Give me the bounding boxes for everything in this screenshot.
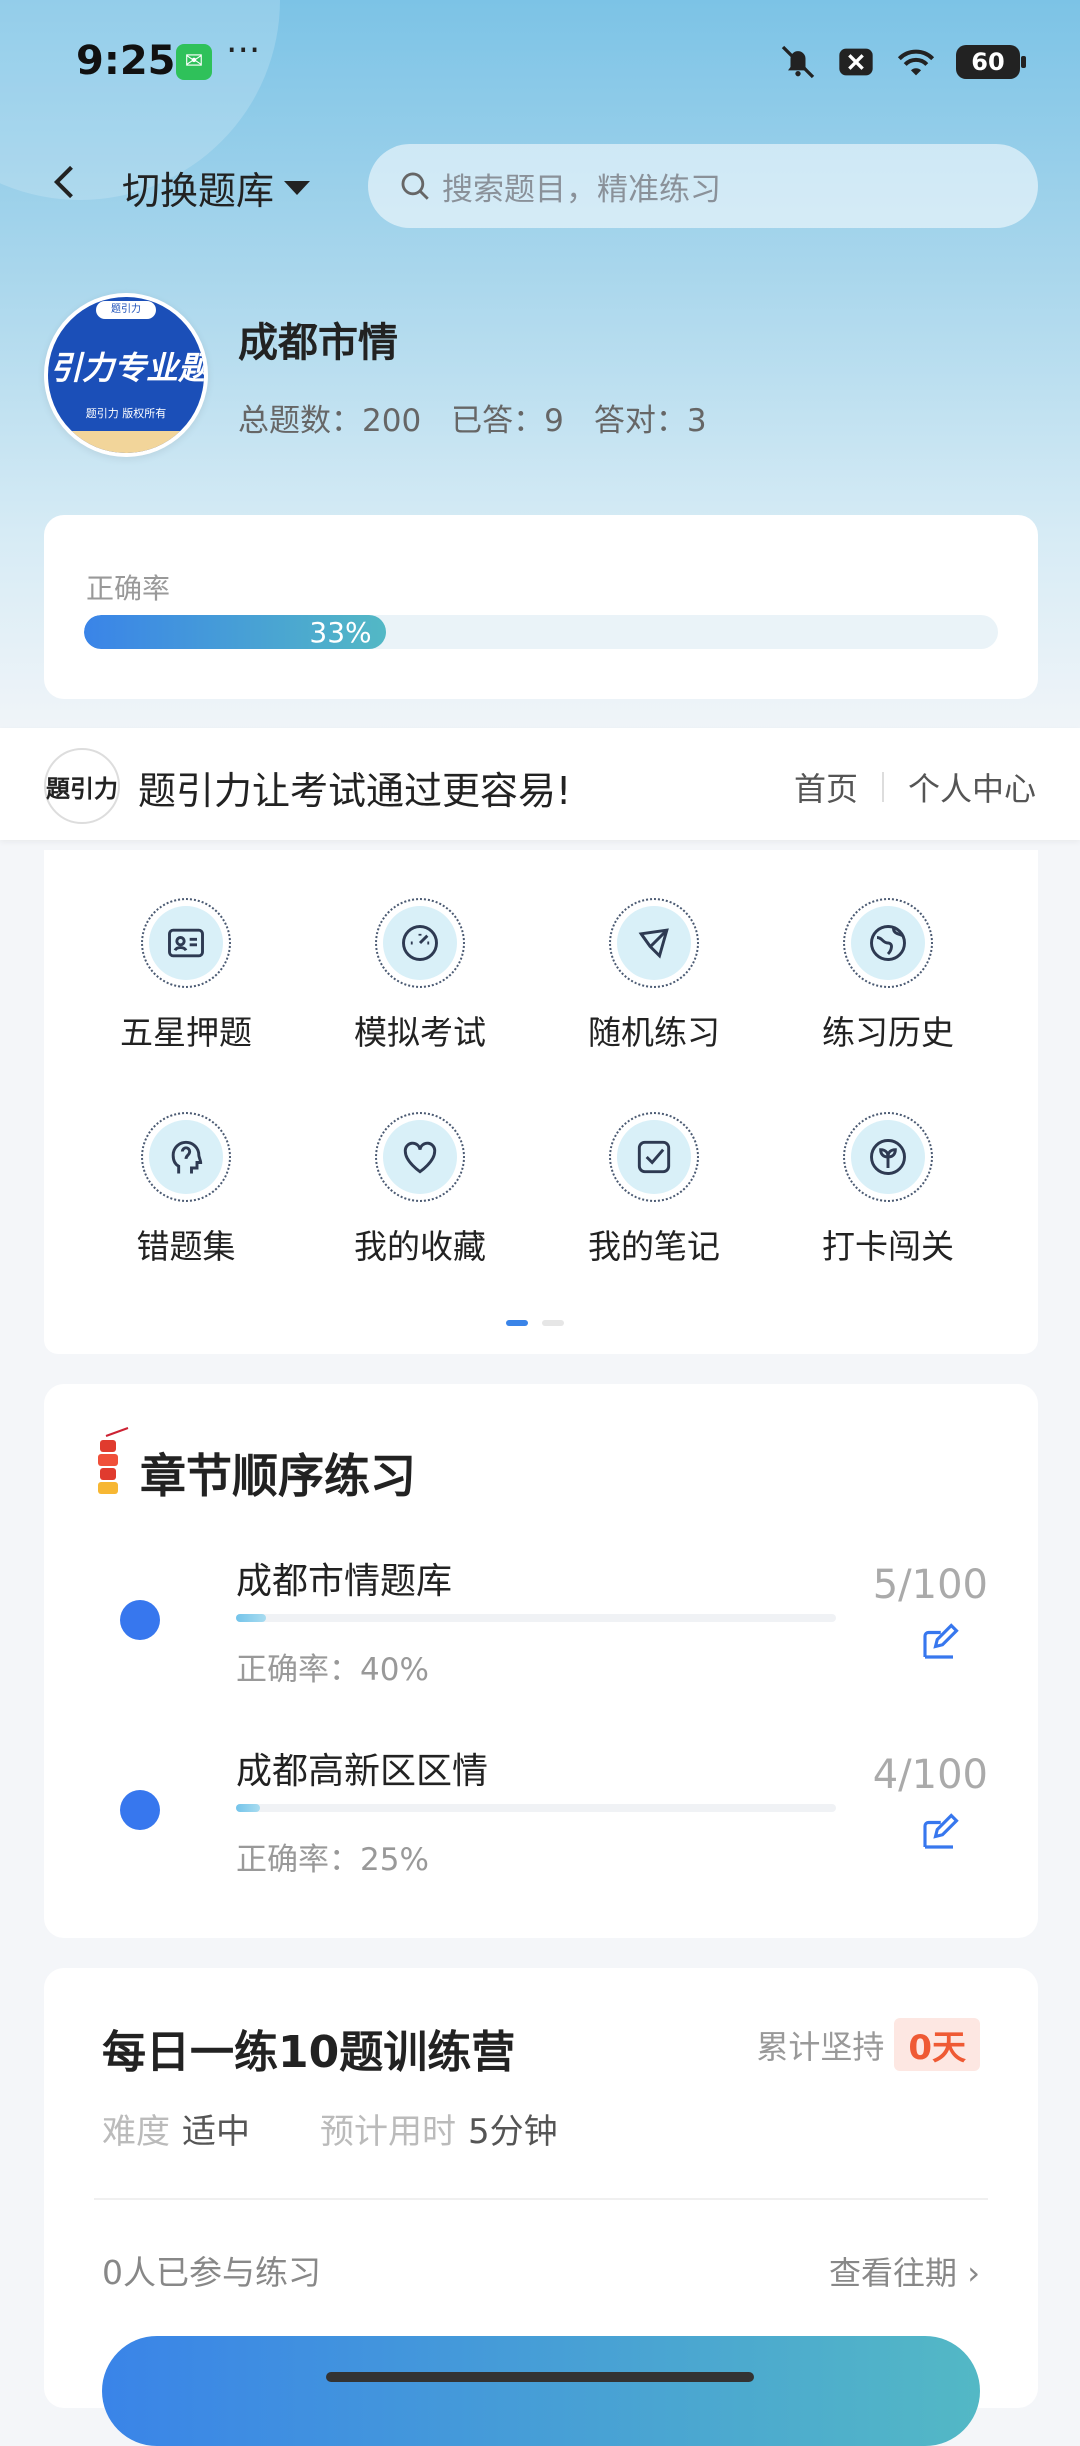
logo-tab: 题引力 — [96, 301, 156, 319]
view-past-link[interactable]: 查看往期 › — [829, 2248, 980, 2294]
bell-muted-icon — [781, 45, 815, 79]
search-input[interactable]: 搜索题目，精准练习 — [368, 144, 1038, 228]
time-label: 预计用时 — [320, 2112, 456, 2152]
accuracy-bar-fill: 33% — [84, 615, 386, 649]
status-bar: 9:25 ✉ ··· 60 — [0, 0, 1080, 120]
edit-icon[interactable] — [918, 1812, 960, 1854]
difficulty-label: 难度 — [102, 2112, 170, 2152]
difficulty-value: 适中 — [182, 2112, 250, 2152]
feature-random-practice[interactable]: 随机练习 — [554, 898, 754, 1054]
edit-icon[interactable] — [918, 1622, 960, 1664]
head-icon — [171, 1140, 203, 1174]
chapter-progress-bar — [236, 1614, 836, 1622]
chapter-row[interactable]: 成都市情题库 正确率：40% 5/100 — [44, 1544, 1038, 1704]
wifi-icon — [897, 49, 935, 76]
feature-label: 打卡闯关 — [822, 1227, 954, 1266]
chapter-practice-card: 章节顺序练习 成都市情题库 正确率：40% 5/100 成都高新区区情 正确率：… — [44, 1384, 1038, 1938]
close-box-icon — [839, 48, 873, 76]
feature-label: 五星押题 — [120, 1013, 252, 1052]
chapter-name: 成都高新区区情 — [236, 1751, 489, 1792]
chapter-section-title: 章节顺序练习 — [140, 1449, 416, 1503]
logo-subtext: 题引力 版权所有 — [85, 407, 167, 420]
stat-answered: 已答：9 — [451, 403, 564, 439]
status-time: 9:25 — [76, 38, 176, 84]
feature-grid: 五星押题 模拟考试 随机练习 练习历史 错题集 我的收藏 我的笔记 打卡闯关 — [44, 850, 1038, 1354]
accuracy-label: 正确率 — [86, 572, 171, 605]
firecracker-icon — [98, 1427, 129, 1494]
persist-counter: 累计坚持 0天 — [756, 2018, 980, 2071]
wechat-icon: ✉ — [176, 44, 212, 80]
page-indicator — [506, 1320, 564, 1326]
brand-slogan: 题引力让考试通过更容易! — [138, 769, 572, 813]
participants-count: 0人已参与练习 — [102, 2253, 321, 2292]
time-value: 5分钟 — [468, 2112, 558, 2152]
persist-days-badge: 0天 — [894, 2018, 980, 2071]
brand-banner: 題引力 题引力让考试通过更容易! 首页 个人中心 — [0, 728, 1080, 840]
divider — [94, 2198, 988, 2200]
start-training-button[interactable] — [102, 2336, 980, 2446]
bank-logo: 题引力 引力专业题 题引力 版权所有 — [44, 293, 208, 457]
nav-profile-link[interactable]: 个人中心 — [908, 764, 1036, 810]
chapter-progress-bar — [236, 1804, 836, 1812]
feature-label: 我的收藏 — [354, 1227, 486, 1266]
gauge-icon — [402, 925, 438, 961]
leaf-icon — [870, 1139, 906, 1175]
nav-divider — [881, 772, 884, 802]
network-icon — [638, 928, 669, 959]
chapter-dot — [120, 1790, 160, 1830]
stat-correct: 答对：3 — [593, 403, 707, 439]
search-placeholder: 搜索题目，精准练习 — [442, 171, 721, 208]
feature-label: 错题集 — [136, 1227, 236, 1266]
logo-text: 引力专业题 — [49, 349, 204, 387]
training-title: 每日一练10题训练营 — [102, 2027, 516, 2078]
home-indicator[interactable] — [326, 2372, 754, 2382]
chapter-accuracy: 正确率：40% — [236, 1652, 429, 1688]
feature-five-star[interactable]: 五星押题 — [86, 898, 286, 1054]
more-notifications-icon: ··· — [226, 30, 261, 71]
chapter-row[interactable]: 成都高新区区情 正确率：25% 4/100 — [44, 1734, 1038, 1894]
back-arrow-icon[interactable] — [44, 160, 88, 204]
bank-title: 成都市情 — [238, 320, 398, 366]
globe-icon — [870, 925, 906, 961]
feature-mock-exam[interactable]: 模拟考试 — [320, 898, 520, 1054]
feature-label: 我的笔记 — [588, 1227, 720, 1266]
nav-home-link[interactable]: 首页 — [794, 764, 858, 810]
note-check-icon — [637, 1140, 671, 1174]
switch-bank-label: 切换题库 — [122, 169, 275, 213]
persist-label: 累计坚持 — [756, 2027, 885, 2066]
caret-down-icon — [284, 180, 311, 195]
accuracy-bar: 33% — [84, 615, 998, 649]
brand-logo: 題引力 — [44, 748, 120, 824]
chapter-name: 成都市情题库 — [236, 1561, 453, 1602]
chapter-progress-fill — [236, 1804, 260, 1812]
chapter-accuracy: 正确率：25% — [236, 1842, 429, 1878]
chapter-progress-fill — [236, 1614, 266, 1622]
bank-stats: 总题数：200 已答：9 答对：3 — [238, 395, 707, 440]
stat-total: 总题数：200 — [238, 403, 422, 439]
accuracy-value: 33% — [309, 615, 372, 649]
feature-label: 模拟考试 — [354, 1013, 486, 1052]
feature-label: 练习历史 — [822, 1013, 954, 1052]
chapter-count: 5/100 — [872, 1562, 988, 1608]
heart-icon — [403, 1141, 437, 1174]
feature-wrong-set[interactable]: 错题集 — [86, 1112, 286, 1268]
id-card-icon — [168, 928, 204, 958]
training-meta: 难度 适中 预计用时 5分钟 — [102, 2104, 558, 2153]
battery-icon: 60 — [956, 45, 1026, 79]
chapter-dot — [120, 1600, 160, 1640]
feature-checkin[interactable]: 打卡闯关 — [788, 1112, 988, 1268]
daily-training-card: 每日一练10题训练营 累计坚持 0天 难度 适中 预计用时 5分钟 0人已参与练… — [44, 1968, 1038, 2446]
feature-history[interactable]: 练习历史 — [788, 898, 988, 1054]
feature-favorites[interactable]: 我的收藏 — [320, 1112, 520, 1268]
accuracy-card: 正确率 33% — [44, 515, 1038, 699]
search-icon — [401, 172, 429, 200]
feature-notes[interactable]: 我的笔记 — [554, 1112, 754, 1268]
switch-bank-dropdown[interactable]: 切换题库 — [122, 160, 311, 215]
feature-label: 随机练习 — [588, 1013, 720, 1052]
chapter-count: 4/100 — [872, 1752, 988, 1798]
